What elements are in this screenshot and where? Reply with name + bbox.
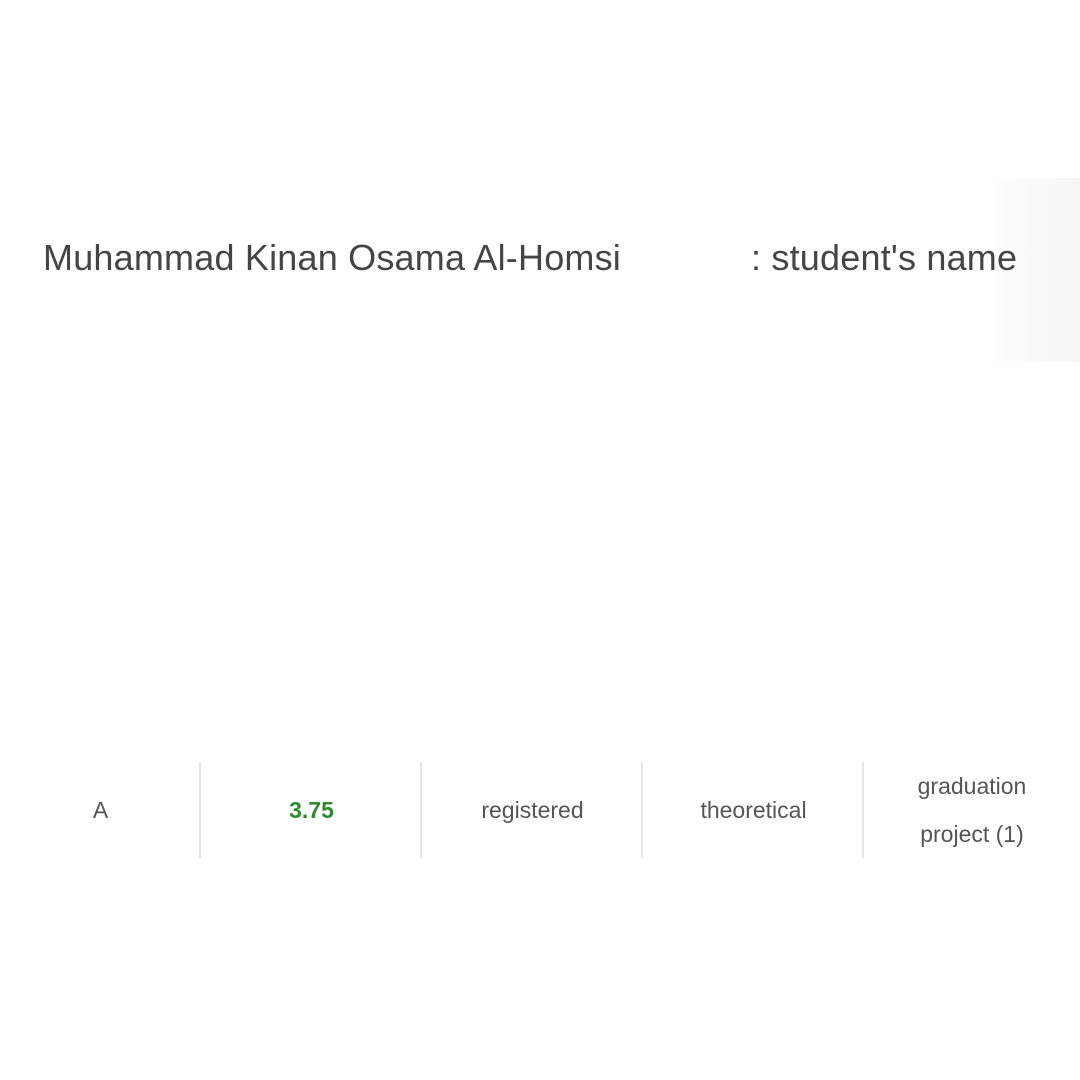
course-name: graduation project (1) bbox=[917, 773, 1027, 847]
course-name-cell: graduation project (1) bbox=[864, 762, 1080, 858]
course-type: theoretical bbox=[700, 796, 807, 823]
grade-cell: A bbox=[0, 762, 201, 858]
registration-status-cell: registered bbox=[422, 762, 643, 858]
student-name-value: Muhammad Kinan Osama Al-Homsi bbox=[43, 237, 622, 278]
course-type-cell: theoretical bbox=[643, 762, 864, 858]
grade-points-cell: 3.75 bbox=[201, 762, 422, 858]
registration-status: registered bbox=[481, 796, 584, 823]
grade-letter: A bbox=[92, 796, 109, 823]
course-grade-row: A 3.75 registered theoretical graduation… bbox=[0, 762, 1080, 858]
student-name-label: : student's name bbox=[751, 237, 1018, 278]
student-info-row: Muhammad Kinan Osama Al-Homsi : student'… bbox=[0, 232, 1080, 284]
grade-points: 3.75 bbox=[289, 796, 334, 823]
student-grade-view: Muhammad Kinan Osama Al-Homsi : student'… bbox=[0, 0, 1080, 1080]
